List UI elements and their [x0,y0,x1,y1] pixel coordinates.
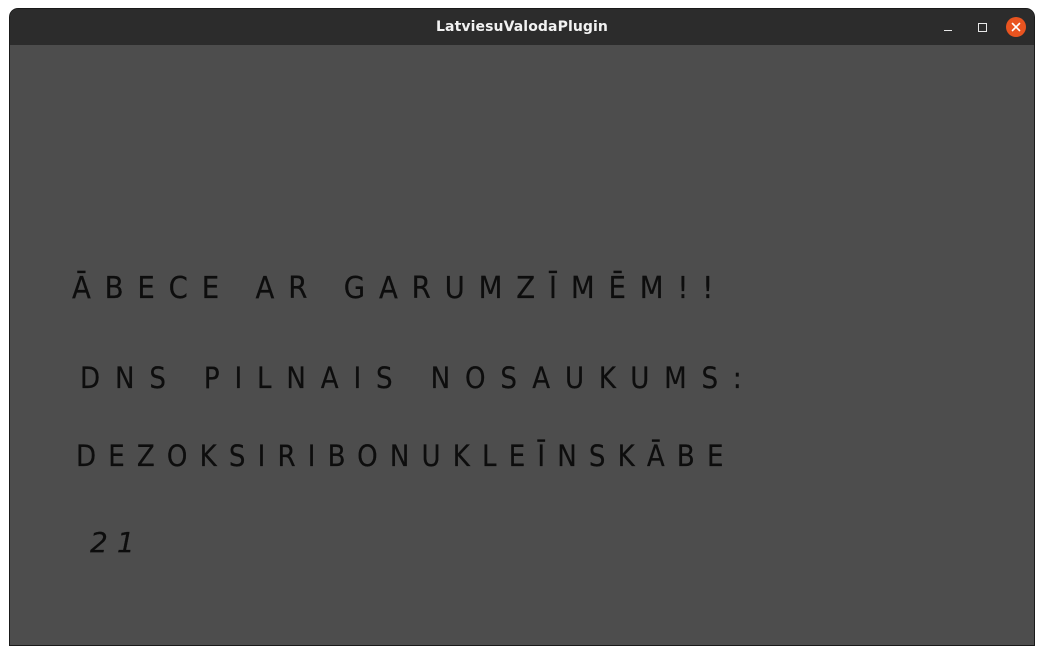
close-button[interactable] [1006,17,1026,37]
minimize-button[interactable] [938,17,958,37]
app-window: LatviesuValodaPlugin ĀBECE AR GARUMZĪMĒM… [10,9,1034,645]
handwritten-line-4: 21 [90,526,144,559]
maximize-icon [977,22,987,32]
drawing-canvas[interactable]: ĀBECE AR GARUMZĪMĒM!! DNS PILNAIS NOSAUK… [10,45,1034,645]
title-bar[interactable]: LatviesuValodaPlugin [10,9,1034,46]
minimize-icon [944,30,952,31]
close-icon [1011,22,1021,32]
handwritten-line-1: ĀBECE AR GARUMZĪMĒM!! [72,271,728,306]
maximize-button[interactable] [972,17,992,37]
window-title: LatviesuValodaPlugin [436,19,608,35]
handwritten-line-2: DNS PILNAIS NOSAUKUMS: [80,361,757,395]
handwritten-line-3: DEZOKSIRIBONUKLEĪNSKĀBE [76,439,736,473]
